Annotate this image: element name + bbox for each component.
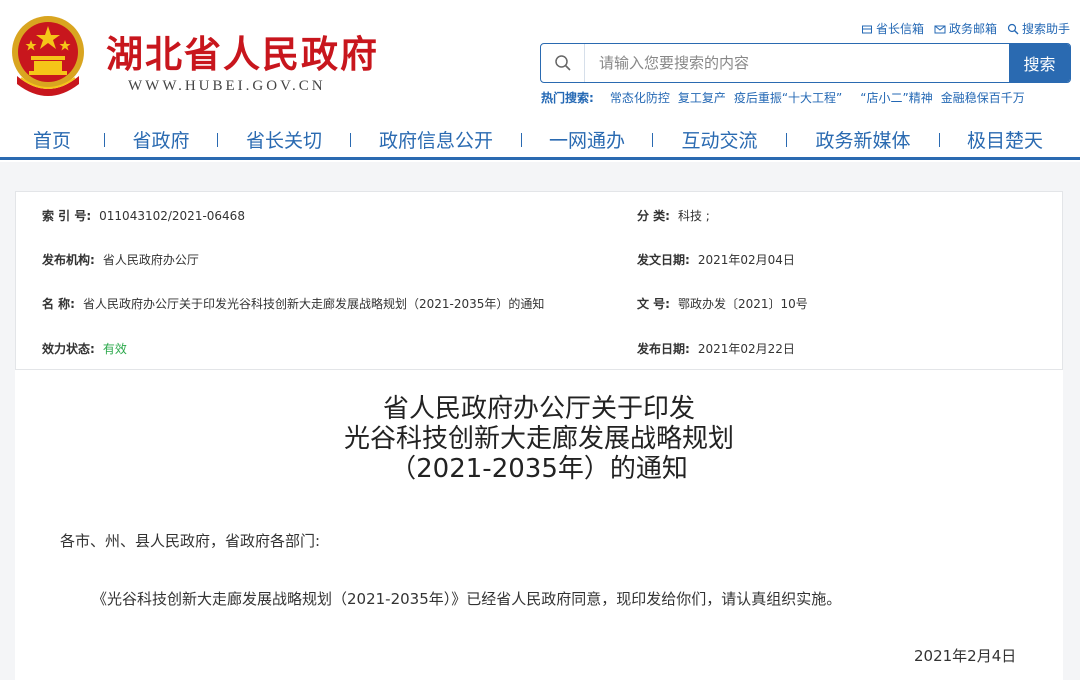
category-key: 分 类: — [637, 209, 670, 223]
article: 省人民政府办公厅关于印发 光谷科技创新大走廊发展战略规划 （2021-2035年… — [15, 370, 1063, 680]
document-info-panel: 索 引 号: 011043102/2021-06468 分 类: 科技 ; 发布机构… — [15, 191, 1063, 370]
index-number-value: 011043102/2021-06468 — [99, 209, 245, 223]
site-header: 湖北省人民政府 WWW.HUBEI.GOV.CN 省长信箱 政务邮箱 搜索助手 … — [0, 0, 1080, 118]
nav-interaction[interactable]: 互动交流 — [653, 126, 786, 153]
search-helper-label: 搜索助手 — [1021, 22, 1070, 36]
hot-search-label: 热门搜索: — [541, 91, 594, 105]
site-title[interactable]: 湖北省人民政府 — [106, 24, 379, 78]
envelope-icon — [934, 25, 946, 33]
hot-word-link[interactable]: 常态化防控 — [610, 89, 670, 106]
main-nav: 首页 省政府 省长关切 政府信息公开 一网通办 互动交流 政务新媒体 极目楚天 — [0, 122, 1080, 160]
validity-key: 效力状态: — [42, 342, 95, 356]
article-title-line-1: 省人民政府办公厅关于印发 — [382, 394, 695, 424]
magnifier-icon — [554, 55, 571, 71]
top-links: 省长信箱 政务邮箱 搜索助手 — [861, 20, 1070, 37]
article-title-line-3: （2021-2035年）的通知 — [390, 454, 688, 484]
nav-provincial-gov[interactable]: 省政府 — [105, 126, 217, 153]
nav-gov-info[interactable]: 政府信息公开 — [351, 126, 521, 153]
mailbox-icon — [861, 25, 872, 33]
issue-date-value: 2021年02月04日 — [697, 253, 795, 267]
governor-mailbox-link[interactable]: 省长信箱 — [861, 20, 924, 37]
issue-date-key: 发文日期: — [637, 253, 690, 267]
gov-email-label: 政务邮箱 — [948, 22, 997, 36]
doc-name-key: 名 称: — [42, 297, 75, 311]
doc-number-value: 鄂政办发〔2021〕10号 — [677, 297, 808, 311]
search-input[interactable] — [585, 44, 1009, 82]
doc-name-row: 名 称: 省人民政府办公厅关于印发光谷科技创新大走廊发展战略规划（2021-203… — [42, 295, 544, 312]
search-helper-link[interactable]: 搜索助手 — [1007, 20, 1070, 37]
publish-date-value: 2021年02月22日 — [697, 342, 795, 356]
doc-number-row: 文 号: 鄂政办发〔2021〕10号 — [637, 295, 808, 312]
nav-governor-concerns[interactable]: 省长关切 — [218, 126, 350, 153]
search-bar: 搜索 — [540, 43, 1071, 83]
publisher-key: 发布机构: — [42, 253, 95, 267]
hot-word-link[interactable]: 金融稳保百千万 — [941, 89, 1025, 106]
index-number-row: 索 引 号: 011043102/2021-06468 — [42, 207, 245, 224]
nav-new-media[interactable]: 政务新媒体 — [787, 126, 939, 153]
search-icon — [1007, 23, 1019, 34]
article-body: 《光谷科技创新大走廊发展战略规划（2021-2035年）》已经省人民政府同意，现… — [92, 590, 842, 608]
publisher-row: 发布机构: 省人民政府办公厅 — [42, 251, 199, 268]
validity-value: 有效 — [102, 342, 127, 356]
issue-date-row: 发文日期: 2021年02月04日 — [637, 251, 795, 268]
publish-date-key: 发布日期: — [637, 342, 690, 356]
nav-jimu-chutian[interactable]: 极目楚天 — [940, 126, 1070, 153]
search-button[interactable]: 搜索 — [1009, 44, 1070, 82]
article-title-line-2: 光谷科技创新大走廊发展战略规划 — [343, 424, 734, 454]
national-emblem-icon — [12, 16, 84, 96]
doc-number-key: 文 号: — [637, 297, 670, 311]
publish-date-row: 发布日期: 2021年02月22日 — [637, 340, 795, 357]
hot-word-link[interactable]: 复工复产 — [678, 89, 726, 106]
search-icon-box[interactable] — [541, 44, 585, 82]
category-row: 分 类: 科技 ; — [637, 207, 710, 224]
doc-name-value: 省人民政府办公厅关于印发光谷科技创新大走廊发展战略规划（2021-2035年）的… — [82, 297, 545, 311]
hot-word-link[interactable]: “店小二”精神 — [860, 89, 932, 106]
gov-email-link[interactable]: 政务邮箱 — [934, 20, 997, 37]
validity-row: 效力状态: 有效 — [42, 340, 127, 357]
category-value: 科技 ; — [677, 209, 710, 223]
nav-home[interactable]: 首页 — [0, 126, 104, 153]
nav-one-stop[interactable]: 一网通办 — [522, 126, 652, 153]
article-date: 2021年2月4日 — [914, 647, 1017, 665]
site-url: WWW.HUBEI.GOV.CN — [128, 78, 326, 94]
article-salutation: 各市、州、县人民政府，省政府各部门: — [60, 532, 321, 550]
index-number-key: 索 引 号: — [42, 209, 92, 223]
publisher-value: 省人民政府办公厅 — [102, 253, 199, 267]
hot-search: 热门搜索: 常态化防控 复工复产 疫后重振“十大工程” “店小二”精神 金融稳保… — [541, 89, 1025, 106]
governor-mailbox-label: 省长信箱 — [875, 22, 924, 36]
hot-word-link[interactable]: 疫后重振“十大工程” — [734, 89, 842, 106]
